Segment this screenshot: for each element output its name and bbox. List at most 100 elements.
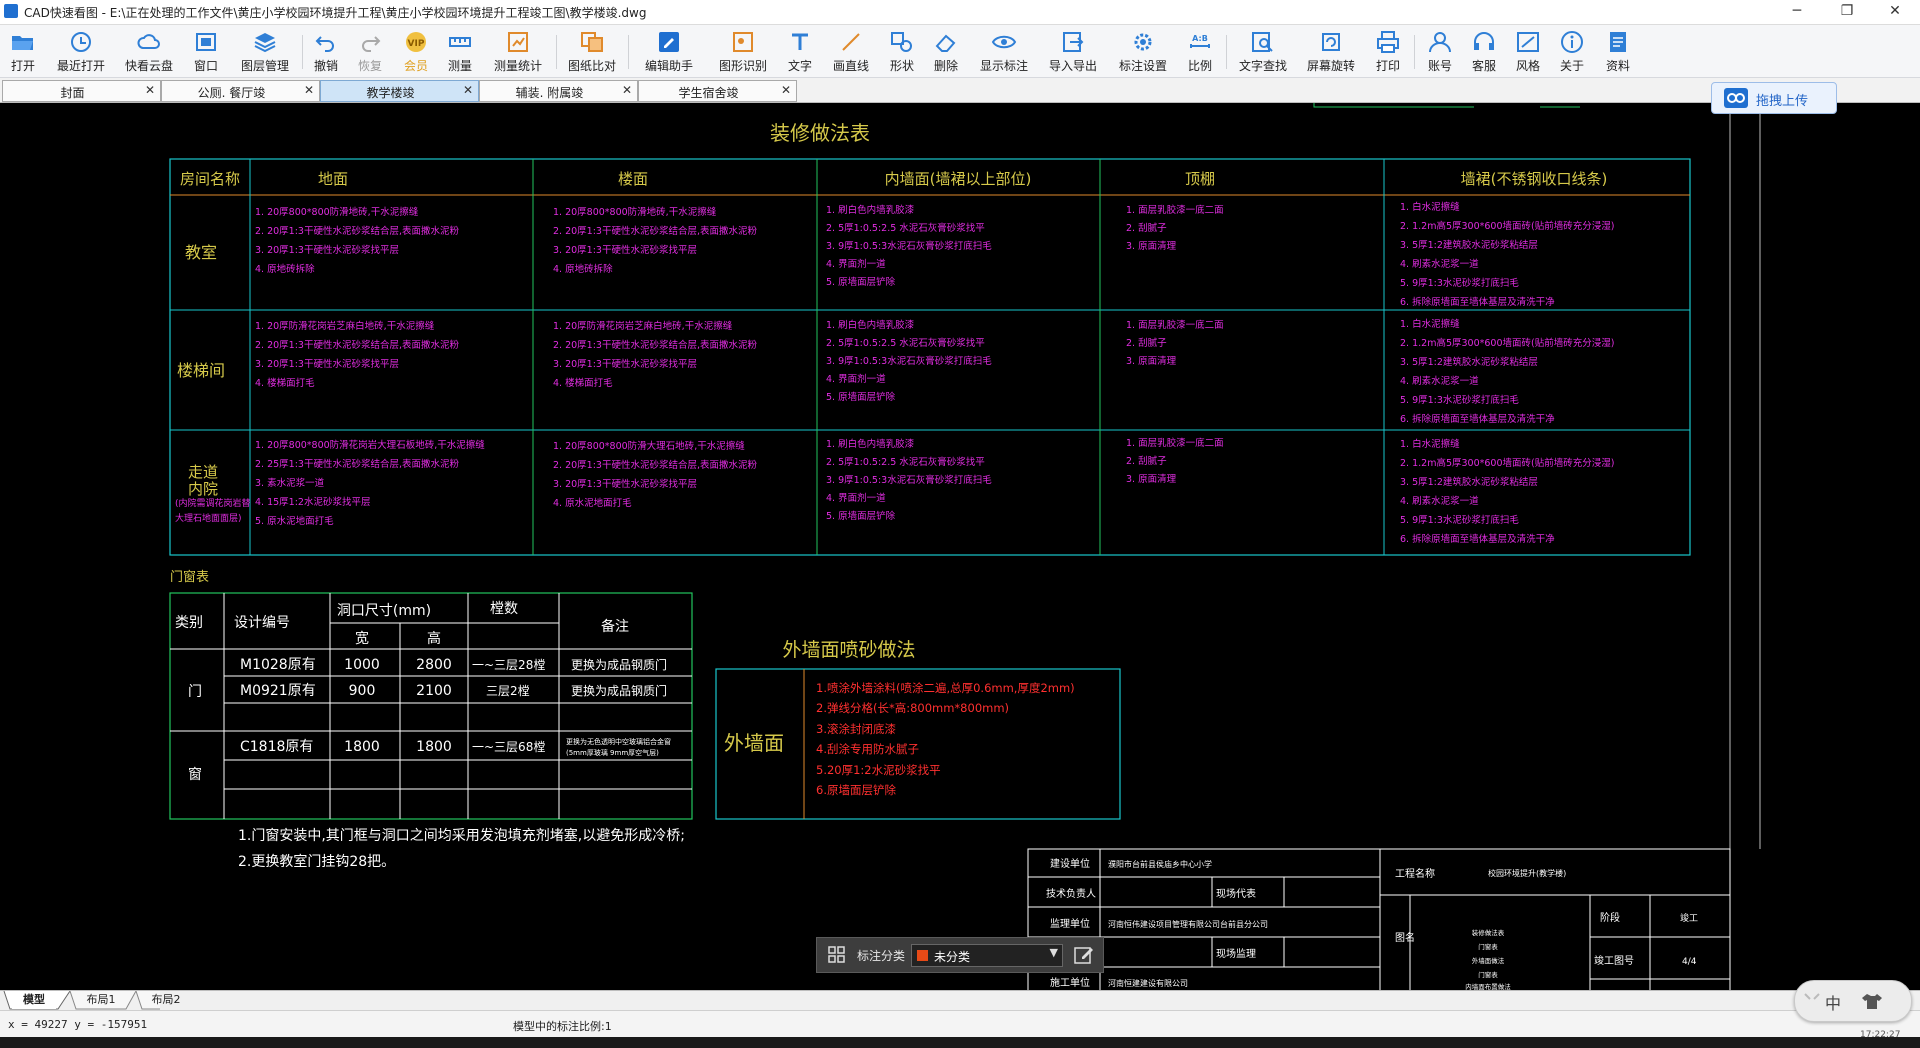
header-room: 房间名称 bbox=[180, 170, 240, 188]
recognize-button[interactable]: 图形识别 bbox=[712, 27, 774, 75]
toolbar-divider bbox=[1226, 35, 1227, 69]
toolbar-label: 屏幕旋转 bbox=[1306, 59, 1355, 73]
documents-button[interactable]: 资料 bbox=[1598, 27, 1638, 75]
recent-icon bbox=[71, 32, 91, 52]
grid-icon[interactable] bbox=[827, 945, 847, 965]
delete-button[interactable]: 删除 bbox=[926, 27, 966, 75]
compare-button[interactable]: 图纸比对 bbox=[562, 27, 622, 75]
scale-icon: A:B bbox=[1190, 34, 1210, 48]
tab-cover[interactable]: 封面 ✕ bbox=[2, 80, 161, 102]
annotation-category-select[interactable]: 未分类 ▼ bbox=[911, 944, 1063, 967]
toolbar-label: 测量 bbox=[447, 59, 472, 73]
tb-project-label: 工程名称 bbox=[1395, 867, 1435, 880]
cell-line: 4. 刷素水泥浆一道 bbox=[1400, 495, 1479, 507]
line-button[interactable]: 画直线 bbox=[826, 27, 876, 75]
style-button[interactable]: 风格 bbox=[1508, 27, 1548, 75]
layout-tab-layout1[interactable]: 布局1 bbox=[78, 991, 124, 1009]
open-button[interactable]: 打开 bbox=[0, 27, 46, 75]
header-width: 宽 bbox=[355, 630, 369, 647]
cell-line: 4. 原水泥地面打毛 bbox=[553, 497, 632, 509]
tb-drawing-names: 装修做法表 门窗表 外墙面做法 门窗表 内墙面布置做法 bbox=[1465, 928, 1511, 991]
cell-line: 2. 20厚1:3干硬性水泥砂浆结合层,表面撒水泥粉 bbox=[553, 225, 757, 237]
scale-button[interactable]: A:B 比例 bbox=[1180, 27, 1220, 75]
measure-stats-icon bbox=[508, 32, 528, 52]
cell-line: 3. 20厚1:3干硬性水泥砂浆找平层 bbox=[255, 244, 399, 256]
cursor-coordinates: x = 49227 y = -157951 bbox=[8, 1018, 148, 1031]
redo-button[interactable]: 恢复 bbox=[350, 27, 390, 75]
text-search-button[interactable]: 文字查找 bbox=[1232, 27, 1294, 75]
show-annotation-button[interactable]: 显示标注 bbox=[974, 27, 1034, 75]
annotation-scale-status: 模型中的标注比例:1 bbox=[513, 1020, 612, 1033]
row-height: 1800 bbox=[416, 739, 452, 755]
tb-project-value: 校园环境提升(教学楼) bbox=[1488, 868, 1566, 878]
cell-line: 2. 5厚1:0.5:2.5 水泥石灰膏砂浆找平 bbox=[826, 456, 985, 468]
row-width: 1000 bbox=[344, 657, 380, 673]
toolbar-label: 关于 bbox=[1559, 59, 1584, 73]
row-note: 更换为成品钢质门 bbox=[571, 657, 667, 672]
headset-icon bbox=[1474, 32, 1494, 50]
undo-button[interactable]: 撤销 bbox=[306, 27, 346, 75]
rotate-screen-button[interactable]: 屏幕旋转 bbox=[1300, 27, 1362, 75]
drag-upload-button[interactable]: 拖拽上传 bbox=[1711, 82, 1837, 114]
header-height: 高 bbox=[427, 630, 441, 647]
app-logo-icon bbox=[4, 4, 18, 18]
cell-line: 1. 面层乳胶漆一底二面 bbox=[1126, 437, 1224, 449]
tab-label: 封面 bbox=[60, 86, 85, 100]
cell-interior-wall: 1. 刷白色内墙乳胶漆 2. 5厚1:0.5:2.5 水泥石灰膏砂浆找平 3. … bbox=[826, 319, 992, 403]
tb-drawing-name: 装修做法表 bbox=[1472, 928, 1505, 937]
shape-button[interactable]: 形状 bbox=[882, 27, 922, 75]
window-button[interactable]: 窗口 bbox=[184, 27, 228, 75]
measure-stats-button[interactable]: 测量统计 bbox=[488, 27, 548, 75]
toolbar-label: 图纸比对 bbox=[567, 59, 616, 73]
tab-toilet-canteen[interactable]: 公厕. 餐厅竣 ✕ bbox=[161, 80, 320, 102]
close-icon[interactable]: ✕ bbox=[304, 83, 314, 97]
about-button[interactable]: 关于 bbox=[1552, 27, 1592, 75]
close-icon[interactable]: ✕ bbox=[781, 83, 791, 97]
close-icon[interactable]: ✕ bbox=[145, 83, 155, 97]
exterior-step: 6.原墙面层铲除 bbox=[816, 783, 896, 797]
toolbar-divider bbox=[302, 35, 303, 69]
printer-icon bbox=[1377, 31, 1399, 53]
toolbar-label: 图形识别 bbox=[718, 59, 767, 73]
cell-line: 6. 拆除原墙面至墙体基层及清洗干净 bbox=[1400, 413, 1555, 425]
layout-tab-layout2[interactable]: 布局2 bbox=[144, 991, 188, 1009]
cell-line: 1. 20厚800*800防滑地砖,干水泥擦缝 bbox=[553, 206, 717, 218]
toolbar-label: 图层管理 bbox=[240, 59, 289, 73]
cell-line: 3. 5厚1:2建筑胶水泥砂浆粘结层 bbox=[1400, 239, 1538, 251]
cell-line: 3. 9厚1:0.5:3水泥石灰膏砂浆打底扫毛 bbox=[826, 355, 992, 367]
title-bar: CAD快速看图 - E:\正在处理的工作文件\黄庄小学校园环境提升工程\黄庄小学… bbox=[0, 0, 1920, 25]
toolbar-label: 显示标注 bbox=[979, 59, 1028, 73]
print-button[interactable]: 打印 bbox=[1368, 27, 1408, 75]
edit-note-icon[interactable] bbox=[1073, 944, 1097, 966]
cell-line: 4. 楼梯面打毛 bbox=[553, 377, 613, 389]
cell-line: 2. 5厚1:0.5:2.5 水泥石灰膏砂浆找平 bbox=[826, 222, 985, 234]
maximize-button[interactable]: ❐ bbox=[1824, 0, 1870, 24]
recent-button[interactable]: 最近打开 bbox=[50, 27, 112, 75]
minimize-button[interactable]: ─ bbox=[1774, 0, 1820, 24]
close-icon[interactable]: ✕ bbox=[463, 83, 473, 97]
cloud-button[interactable]: 快看云盘 bbox=[118, 27, 180, 75]
measure-icon bbox=[449, 37, 471, 47]
text-button[interactable]: 文字 bbox=[780, 27, 820, 75]
close-icon[interactable]: ✕ bbox=[622, 83, 632, 97]
account-button[interactable]: 账号 bbox=[1420, 27, 1460, 75]
toolbar-label: 比例 bbox=[1187, 59, 1212, 73]
vip-button[interactable]: VIP 会员 bbox=[396, 27, 436, 75]
layers-button[interactable]: 图层管理 bbox=[234, 27, 296, 75]
tab-auxiliary[interactable]: 辅装. 附属竣 ✕ bbox=[479, 80, 638, 102]
close-window-button[interactable]: ✕ bbox=[1872, 0, 1918, 24]
import-export-button[interactable]: 导入导出 bbox=[1042, 27, 1104, 75]
window-category-label: 窗 bbox=[188, 766, 202, 783]
cell-line: 6. 拆除原墙面至墙体基层及清洗干净 bbox=[1400, 296, 1555, 308]
edit-helper-button[interactable]: 编辑助手 bbox=[634, 27, 704, 75]
drawing-canvas[interactable]: 装修做法表 房间名称 地面 楼面 内墙面(墙裙以上部位) 顶棚 墙裙(不锈钢收口… bbox=[0, 103, 1920, 992]
tb-drawing-name: 门窗表 bbox=[1478, 970, 1498, 979]
ime-floating-widget[interactable]: 中 bbox=[1794, 980, 1912, 1022]
tab-teaching-building[interactable]: 教学楼竣 ✕ bbox=[320, 80, 479, 102]
measure-button[interactable]: 测量 bbox=[440, 27, 480, 75]
layout-tab-model[interactable]: 模型 bbox=[12, 991, 56, 1009]
support-button[interactable]: 客服 bbox=[1464, 27, 1504, 75]
tab-dormitory[interactable]: 学生宿舍竣 ✕ bbox=[638, 80, 797, 102]
annotation-settings-button[interactable]: 标注设置 bbox=[1110, 27, 1176, 75]
header-dado: 墙裙(不锈钢收口线条) bbox=[1461, 170, 1608, 188]
